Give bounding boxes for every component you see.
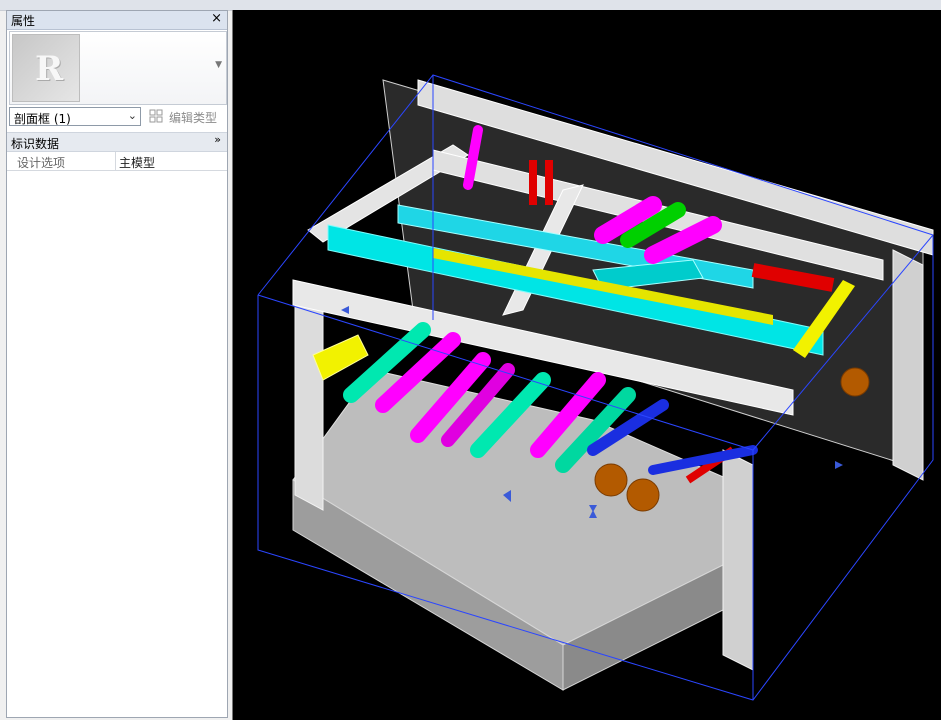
right-front-column (722, 449, 754, 671)
family-thumbnail: R (12, 34, 80, 102)
property-key: 设计选项 (17, 156, 66, 170)
properties-panel: 属性 × R ▼ 剖面框 (1) ⌄ 编辑类型 标识数据 » 设计选项 主模型 (6, 10, 228, 718)
chevron-down-icon[interactable]: ▼ (215, 60, 222, 70)
section-label: 标识数据 (11, 137, 60, 151)
chevron-up-double-icon[interactable]: » (214, 133, 221, 146)
pipe-orange-3 (840, 367, 870, 397)
type-preview[interactable]: R ▼ (9, 31, 227, 105)
edit-type-icon (149, 109, 163, 123)
revit-logo-icon: R (35, 49, 64, 89)
right-back-column (892, 249, 924, 481)
close-icon[interactable]: × (211, 11, 222, 26)
column-divider (115, 152, 116, 170)
section-identity-data[interactable]: 标识数据 » (7, 132, 227, 152)
instance-selector-value: 剖面框 (1) (14, 112, 71, 126)
properties-title: 属性 (11, 14, 36, 28)
model-canvas[interactable] (233, 10, 941, 720)
pipe-orange-2 (626, 478, 660, 512)
property-row-design-option[interactable]: 设计选项 主模型 (7, 152, 227, 171)
chevron-down-icon[interactable]: ⌄ (128, 109, 137, 122)
edit-type-label: 编辑类型 (169, 111, 218, 125)
instance-selector[interactable]: 剖面框 (1) ⌄ (9, 107, 141, 126)
left-column (294, 294, 324, 511)
pipe-orange-1 (594, 463, 628, 497)
property-value[interactable]: 主模型 (119, 154, 155, 171)
properties-titlebar: 属性 × (7, 11, 227, 30)
edit-type-button[interactable]: 编辑类型 (147, 107, 225, 126)
3d-viewport[interactable] (232, 10, 941, 720)
section-box-arrow-right[interactable] (835, 461, 843, 469)
